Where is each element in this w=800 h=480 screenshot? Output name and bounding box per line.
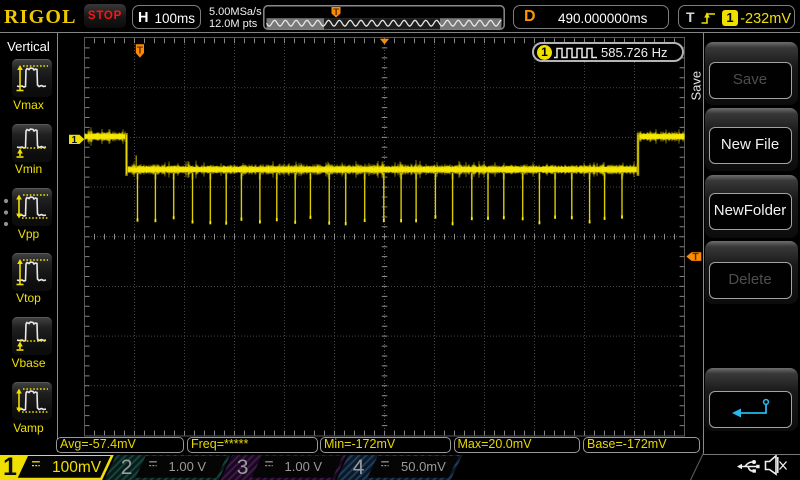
svg-text:T: T	[137, 46, 143, 57]
svg-text:1: 1	[3, 453, 17, 480]
svg-text:T: T	[693, 252, 699, 263]
svg-text:50.0mV: 50.0mV	[401, 459, 446, 474]
svg-text:3: 3	[237, 456, 249, 479]
svg-text:100mV: 100mV	[52, 459, 102, 476]
svg-text:1: 1	[72, 135, 78, 146]
svg-text:Save: Save	[689, 71, 704, 101]
svg-text:2: 2	[121, 456, 133, 479]
svg-text:1.00 V: 1.00 V	[285, 459, 323, 474]
svg-text:1.00 V: 1.00 V	[169, 459, 207, 474]
svg-text:4: 4	[353, 456, 365, 479]
svg-text:T: T	[333, 7, 339, 18]
